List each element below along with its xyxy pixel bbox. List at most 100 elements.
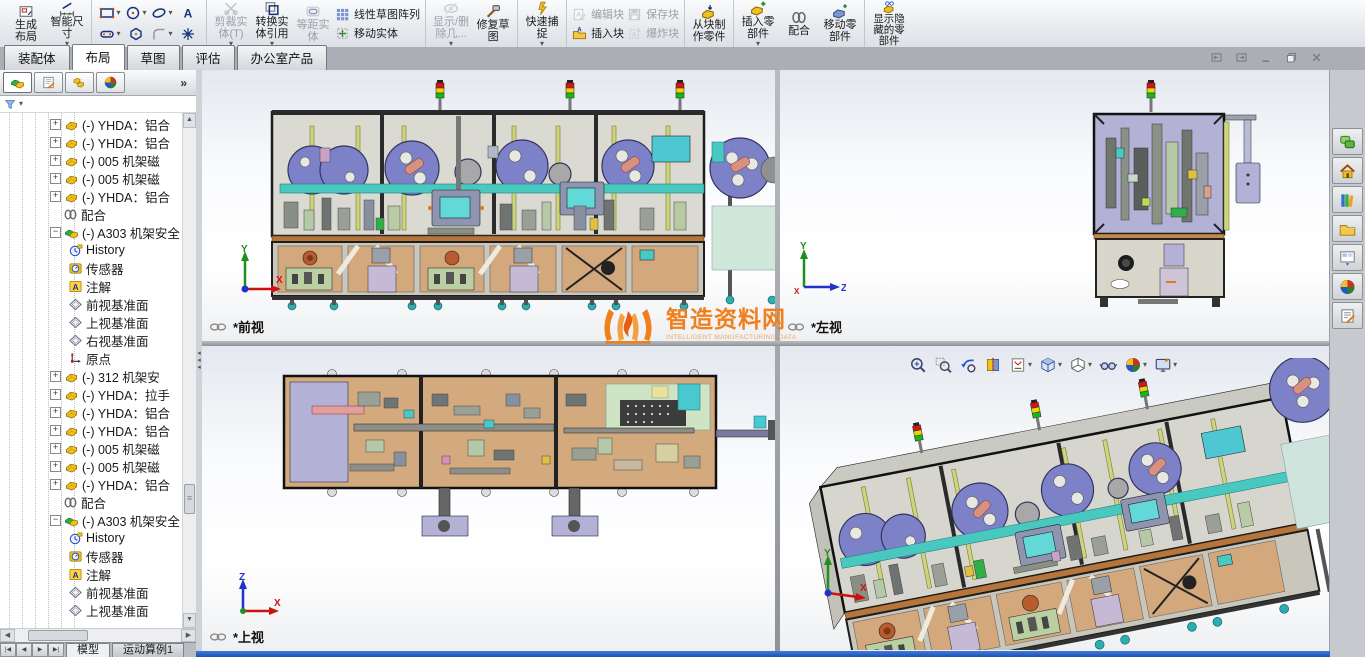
tree-item[interactable]: + (-) 005 机架磁 [0,169,183,187]
tree-item[interactable]: + (-) 312 机架安 [0,367,183,385]
expand-icon[interactable]: + [50,406,61,418]
expand-icon[interactable]: + [50,478,61,490]
expand-icon[interactable]: + [50,154,61,166]
tree-item[interactable]: + (-) YHDA：拉手 [0,385,183,403]
close-button[interactable] [1308,50,1325,65]
tree-item[interactable]: 传感器 [0,547,183,565]
property-manager-tab[interactable] [34,72,63,93]
previous-window-button[interactable] [1208,50,1225,65]
tree-horizontal-scrollbar[interactable]: ◀ ▶ [0,628,196,642]
scrollbar-thumb[interactable] [184,483,195,514]
sketch-ellipse-button[interactable]: ▾ [151,5,173,21]
tree-item[interactable]: − (-) A303 机架安全 [0,223,183,241]
solidworks-resources-button[interactable] [1332,128,1363,155]
quick-snaps-button[interactable]: 快速捕 捉 ▾ [523,0,561,47]
design-library-button[interactable] [1332,186,1363,213]
repair-sketch-button[interactable]: 修复草 图 [474,3,512,43]
tree-item[interactable]: 配合 [0,205,183,223]
tree-item[interactable]: A 注解 [0,565,183,583]
tree-item[interactable]: History [0,241,183,259]
display-style-button[interactable]: ▾ [1068,355,1093,375]
prev-tab-button[interactable]: ◀ [16,643,32,657]
tree-vertical-scrollbar[interactable]: ▲ ▼ [182,113,196,628]
linear-sketch-pattern-button[interactable]: 线性草图阵列 [335,6,420,22]
last-tab-button[interactable]: ▶| [48,643,64,657]
tab-layout[interactable]: 布局 [71,44,125,70]
expand-icon[interactable]: + [50,136,61,148]
edit-appearance-button[interactable]: ▾ [1123,355,1148,375]
section-view-button[interactable] [983,355,1003,375]
smart-dimension-button[interactable]: 智能尺 寸 ▾ [48,0,86,47]
move-component-button[interactable]: 移动零 部件 [821,3,859,43]
expand-icon[interactable]: + [50,460,61,472]
scrollbar-thumb[interactable] [28,630,88,641]
minimize-button[interactable] [1258,50,1275,65]
expand-icon[interactable]: + [50,388,61,400]
sketch-rectangle-button[interactable]: ▾ [99,5,121,21]
expand-icon[interactable]: + [50,190,61,202]
home-button[interactable] [1332,157,1363,184]
display-manager-tab[interactable] [96,72,125,93]
expand-icon[interactable]: + [50,442,61,454]
configuration-manager-tab[interactable] [65,72,94,93]
feature-tree-tab[interactable] [3,72,32,93]
collapse-icon[interactable]: − [50,226,61,238]
hide-show-items-button[interactable] [1098,355,1118,375]
tree-item[interactable]: + (-) YHDA：铝合 [0,475,183,493]
zoom-fit-button[interactable] [908,355,928,375]
tree-item[interactable]: 上视基准面 [0,313,183,331]
tree-item[interactable]: + (-) YHDA：铝合 [0,187,183,205]
appearances-button[interactable] [1332,273,1363,300]
expand-icon[interactable]: + [50,172,61,184]
tree-filter-row[interactable]: ▾ [0,96,196,113]
view-orientation-button[interactable]: ▾ [1038,355,1063,375]
sketch-polygon-button[interactable] [128,26,144,42]
next-tab-button[interactable]: ▶ [32,643,48,657]
tree-item[interactable]: 传感器 [0,259,183,277]
tree-item[interactable]: + (-) 005 机架磁 [0,151,183,169]
model-tab[interactable]: 模型 [66,643,110,657]
convert-entities-button[interactable]: 转换实 体引用 ▾ [253,0,291,47]
zoom-area-button[interactable] [933,355,953,375]
expand-icon[interactable]: + [50,118,61,130]
tab-assembly[interactable]: 装配体 [4,45,70,70]
show-hidden-components-button[interactable]: 显示隐 藏的零 部件 [870,0,908,47]
tree-item[interactable]: 配合 [0,493,183,511]
viewport-front[interactable]: Y X *前视 [202,70,775,341]
make-layout-button[interactable]: 生成 布局 [7,3,45,43]
custom-properties-button[interactable] [1332,302,1363,329]
make-part-from-block-button[interactable]: 从块制 作零件 [690,3,728,43]
viewport-isometric[interactable]: ▾ ▾ ▾ ▾ ▾ Y X [780,346,1330,651]
insert-component-button[interactable]: 插入零 部件 ▾ [739,0,777,47]
expand-icon[interactable]: + [50,424,61,436]
sketch-text-button[interactable]: A [180,5,196,21]
view-palette-button[interactable] [1332,244,1363,271]
tree-item[interactable]: + (-) YHDA：铝合 [0,403,183,421]
previous-view-button[interactable] [958,355,978,375]
tree-item[interactable]: A 注解 [0,277,183,295]
tree-item[interactable]: 上视基准面 [0,601,183,619]
annotation-views-button[interactable]: ▾ [1008,355,1033,375]
tree-item[interactable]: + (-) YHDA：铝合 [0,421,183,439]
sketch-circle-button[interactable]: ▾ [125,5,147,21]
expand-icon[interactable]: + [50,370,61,382]
tree-item[interactable]: 前视基准面 [0,583,183,601]
move-entities-button[interactable]: 移动实体 [335,25,420,41]
restore-button[interactable] [1283,50,1300,65]
viewport-top[interactable]: Z X *上视 [202,346,775,651]
collapse-icon[interactable]: − [50,514,61,526]
tree-item[interactable]: History [0,529,183,547]
view-settings-button[interactable]: ▾ [1153,355,1178,375]
file-explorer-button[interactable] [1332,215,1363,242]
mate-button[interactable]: 配合 [780,9,818,38]
panel-overflow-chevron[interactable]: » [180,76,193,90]
insert-block-button[interactable]: A 插入块 [572,25,624,41]
tab-sketch[interactable]: 草图 [126,45,180,70]
sketch-slot-button[interactable]: ▾ [99,26,121,42]
motion-study-tab[interactable]: 运动算例1 [112,643,185,657]
tree-item[interactable]: 前视基准面 [0,295,183,313]
next-window-button[interactable] [1233,50,1250,65]
tree-item[interactable]: + (-) YHDA：铝合 [0,133,183,151]
viewport-left[interactable]: Y Z X *左视 [780,70,1330,341]
tree-item[interactable]: − (-) A303 机架安全 [0,511,183,529]
